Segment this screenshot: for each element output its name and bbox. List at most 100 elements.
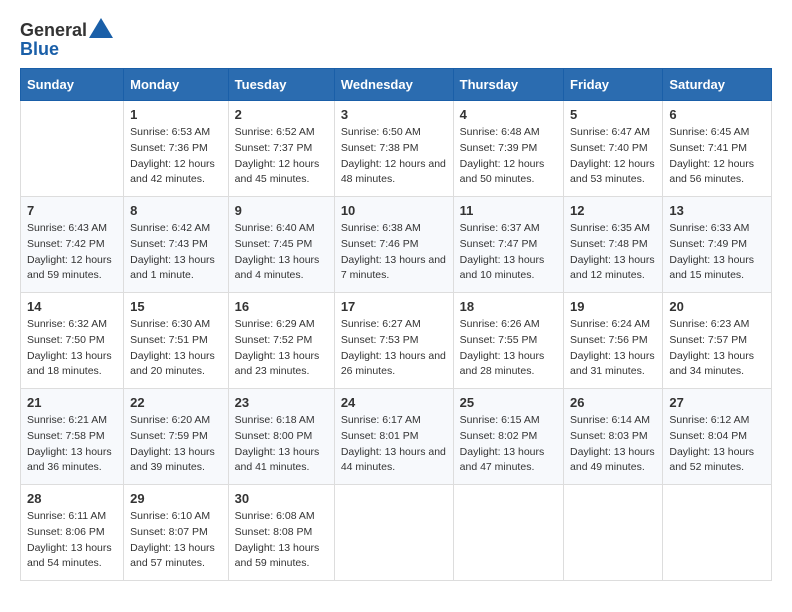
calendar-week-5: 28 Sunrise: 6:11 AMSunset: 8:06 PMDayligh… [21, 485, 772, 581]
day-info: Sunrise: 6:10 AMSunset: 8:07 PMDaylight:… [130, 509, 222, 572]
page-header: General Blue [20, 20, 772, 58]
calendar-week-4: 21Sunrise: 6:21 AMSunset: 7:58 PMDayligh… [21, 389, 772, 485]
day-number: 16 [235, 299, 328, 314]
header-monday: Monday [124, 69, 229, 101]
calendar-cell: 24 Sunrise: 6:17 AMSunset: 8:01 PMDayligh… [334, 389, 453, 485]
calendar-cell: 8 Sunrise: 6:42 AMSunset: 7:43 PMDaylight… [124, 197, 229, 293]
calendar-cell: 28 Sunrise: 6:11 AMSunset: 8:06 PMDayligh… [21, 485, 124, 581]
header-friday: Friday [564, 69, 663, 101]
day-number: 28 [27, 491, 117, 506]
day-info: Sunrise: 6:48 AMSunset: 7:39 PMDaylight:… [460, 125, 557, 188]
day-info: Sunrise: 6:20 AMSunset: 7:59 PMDaylight:… [130, 413, 222, 476]
day-number: 19 [570, 299, 656, 314]
day-number: 9 [235, 203, 328, 218]
calendar-week-1: 1 Sunrise: 6:53 AMSunset: 7:36 PMDaylight… [21, 101, 772, 197]
calendar-cell: 12 Sunrise: 6:35 AMSunset: 7:48 PMDayligh… [564, 197, 663, 293]
calendar-cell: 3 Sunrise: 6:50 AMSunset: 7:38 PMDaylight… [334, 101, 453, 197]
day-number: 7 [27, 203, 117, 218]
day-info: Sunrise: 6:14 AMSunset: 8:03 PMDaylight:… [570, 413, 656, 476]
day-number: 11 [460, 203, 557, 218]
calendar-cell [453, 485, 563, 581]
day-number: 12 [570, 203, 656, 218]
calendar-cell: 6Sunrise: 6:45 AMSunset: 7:41 PMDaylight… [663, 101, 772, 197]
day-number: 17 [341, 299, 447, 314]
calendar-cell: 10Sunrise: 6:38 AMSunset: 7:46 PMDayligh… [334, 197, 453, 293]
calendar-cell: 29 Sunrise: 6:10 AMSunset: 8:07 PMDayligh… [124, 485, 229, 581]
day-number: 14 [27, 299, 117, 314]
day-number: 29 [130, 491, 222, 506]
logo-blue-text: Blue [20, 40, 59, 58]
calendar-cell: 9 Sunrise: 6:40 AMSunset: 7:45 PMDaylight… [228, 197, 334, 293]
day-number: 15 [130, 299, 222, 314]
day-info: Sunrise: 6:18 AMSunset: 8:00 PMDaylight:… [235, 413, 328, 476]
day-number: 3 [341, 107, 447, 122]
header-tuesday: Tuesday [228, 69, 334, 101]
day-number: 6 [669, 107, 765, 122]
calendar-cell: 5Sunrise: 6:47 AMSunset: 7:40 PMDaylight… [564, 101, 663, 197]
calendar-cell: 19 Sunrise: 6:24 AMSunset: 7:56 PMDayligh… [564, 293, 663, 389]
calendar-cell [663, 485, 772, 581]
logo-general-text: General [20, 21, 87, 39]
day-info: Sunrise: 6:33 AMSunset: 7:49 PMDaylight:… [669, 221, 765, 284]
day-info: Sunrise: 6:53 AMSunset: 7:36 PMDaylight:… [130, 125, 222, 188]
day-info: Sunrise: 6:47 AMSunset: 7:40 PMDaylight:… [570, 125, 656, 188]
calendar-cell: 21Sunrise: 6:21 AMSunset: 7:58 PMDayligh… [21, 389, 124, 485]
day-info: Sunrise: 6:29 AMSunset: 7:52 PMDaylight:… [235, 317, 328, 380]
day-info: Sunrise: 6:40 AMSunset: 7:45 PMDaylight:… [235, 221, 328, 284]
header-sunday: Sunday [21, 69, 124, 101]
day-info: Sunrise: 6:27 AMSunset: 7:53 PMDaylight:… [341, 317, 447, 380]
day-info: Sunrise: 6:52 AMSunset: 7:37 PMDaylight:… [235, 125, 328, 188]
day-number: 22 [130, 395, 222, 410]
calendar-cell: 4 Sunrise: 6:48 AMSunset: 7:39 PMDaylight… [453, 101, 563, 197]
day-info: Sunrise: 6:24 AMSunset: 7:56 PMDaylight:… [570, 317, 656, 380]
calendar-cell [564, 485, 663, 581]
day-number: 8 [130, 203, 222, 218]
logo: General Blue [20, 20, 113, 58]
day-number: 27 [669, 395, 765, 410]
day-number: 23 [235, 395, 328, 410]
calendar-cell: 30 Sunrise: 6:08 AMSunset: 8:08 PMDayligh… [228, 485, 334, 581]
day-number: 1 [130, 107, 222, 122]
calendar-cell: 11 Sunrise: 6:37 AMSunset: 7:47 PMDayligh… [453, 197, 563, 293]
calendar-header-row: SundayMondayTuesdayWednesdayThursdayFrid… [21, 69, 772, 101]
calendar-cell: 1 Sunrise: 6:53 AMSunset: 7:36 PMDaylight… [124, 101, 229, 197]
day-info: Sunrise: 6:08 AMSunset: 8:08 PMDaylight:… [235, 509, 328, 572]
calendar-cell [21, 101, 124, 197]
calendar-cell: 17 Sunrise: 6:27 AMSunset: 7:53 PMDayligh… [334, 293, 453, 389]
calendar-week-2: 7 Sunrise: 6:43 AMSunset: 7:42 PMDaylight… [21, 197, 772, 293]
calendar-cell: 22 Sunrise: 6:20 AMSunset: 7:59 PMDayligh… [124, 389, 229, 485]
day-number: 20 [669, 299, 765, 314]
day-info: Sunrise: 6:30 AMSunset: 7:51 PMDaylight:… [130, 317, 222, 380]
day-info: Sunrise: 6:43 AMSunset: 7:42 PMDaylight:… [27, 221, 117, 284]
day-info: Sunrise: 6:11 AMSunset: 8:06 PMDaylight:… [27, 509, 117, 572]
day-info: Sunrise: 6:23 AMSunset: 7:57 PMDaylight:… [669, 317, 765, 380]
day-info: Sunrise: 6:37 AMSunset: 7:47 PMDaylight:… [460, 221, 557, 284]
day-number: 18 [460, 299, 557, 314]
day-info: Sunrise: 6:42 AMSunset: 7:43 PMDaylight:… [130, 221, 222, 284]
calendar-cell: 13 Sunrise: 6:33 AMSunset: 7:49 PMDayligh… [663, 197, 772, 293]
day-number: 24 [341, 395, 447, 410]
day-info: Sunrise: 6:17 AMSunset: 8:01 PMDaylight:… [341, 413, 447, 476]
day-info: Sunrise: 6:50 AMSunset: 7:38 PMDaylight:… [341, 125, 447, 188]
header-wednesday: Wednesday [334, 69, 453, 101]
calendar-table: SundayMondayTuesdayWednesdayThursdayFrid… [20, 68, 772, 581]
calendar-cell: 23 Sunrise: 6:18 AMSunset: 8:00 PMDayligh… [228, 389, 334, 485]
calendar-cell: 20 Sunrise: 6:23 AMSunset: 7:57 PMDayligh… [663, 293, 772, 389]
day-number: 2 [235, 107, 328, 122]
calendar-cell: 7 Sunrise: 6:43 AMSunset: 7:42 PMDaylight… [21, 197, 124, 293]
calendar-cell: 2 Sunrise: 6:52 AMSunset: 7:37 PMDaylight… [228, 101, 334, 197]
calendar-cell: 16 Sunrise: 6:29 AMSunset: 7:52 PMDayligh… [228, 293, 334, 389]
day-number: 25 [460, 395, 557, 410]
day-number: 21 [27, 395, 117, 410]
calendar-week-3: 14Sunrise: 6:32 AMSunset: 7:50 PMDayligh… [21, 293, 772, 389]
calendar-cell: 25Sunrise: 6:15 AMSunset: 8:02 PMDayligh… [453, 389, 563, 485]
day-number: 26 [570, 395, 656, 410]
day-number: 4 [460, 107, 557, 122]
day-info: Sunrise: 6:38 AMSunset: 7:46 PMDaylight:… [341, 221, 447, 284]
calendar-cell: 18Sunrise: 6:26 AMSunset: 7:55 PMDayligh… [453, 293, 563, 389]
logo-icon [89, 18, 113, 38]
day-info: Sunrise: 6:35 AMSunset: 7:48 PMDaylight:… [570, 221, 656, 284]
day-number: 13 [669, 203, 765, 218]
calendar-cell: 26 Sunrise: 6:14 AMSunset: 8:03 PMDayligh… [564, 389, 663, 485]
day-number: 30 [235, 491, 328, 506]
